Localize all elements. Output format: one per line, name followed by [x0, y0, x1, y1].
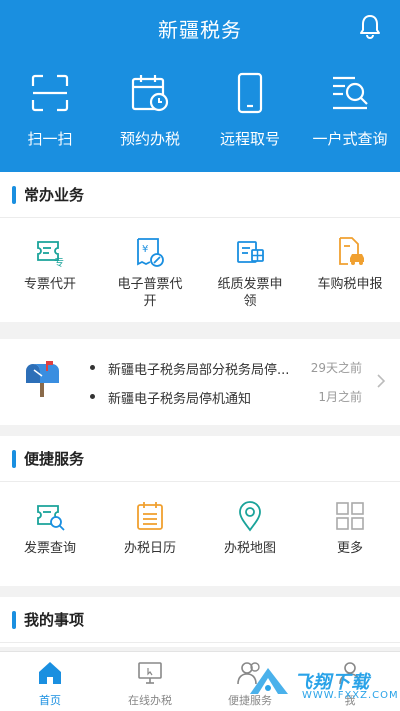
- page-title: 新疆税务: [158, 18, 242, 42]
- tax-calendar-icon: [137, 502, 163, 530]
- notice-time: 29天之前: [310, 361, 362, 375]
- invoice-search-label: 发票查询: [23, 541, 76, 556]
- more-grid-icon: [336, 502, 364, 530]
- more-label: 更多: [336, 541, 363, 556]
- bullet-dot: [90, 365, 95, 370]
- chevron-right-icon[interactable]: [376, 373, 386, 389]
- appointment-button[interactable]: 预约办税: [100, 72, 200, 162]
- common-business-header: 常办业务: [0, 172, 400, 218]
- invoice-search-button[interactable]: 发票查询: [0, 482, 100, 557]
- tab-online-tax[interactable]: 在线办税: [100, 652, 200, 711]
- convenient-services-header: 便捷服务: [0, 436, 400, 482]
- convenient-services-title: 便捷服务: [24, 450, 85, 468]
- e-invoice-icon: ¥: [137, 238, 164, 267]
- search-list-icon: [333, 76, 368, 110]
- bullet-dot: [90, 394, 95, 399]
- home-icon: [39, 662, 61, 684]
- watermark-logo-icon: [250, 668, 288, 694]
- notice-list[interactable]: 新疆电子税务局部分税务局停... 29天之前 新疆电子税务局停机通知 1月之前: [0, 339, 400, 425]
- tab-home[interactable]: 首页: [0, 652, 100, 711]
- bell-icon[interactable]: [358, 14, 382, 40]
- section-bar: [12, 185, 16, 204]
- remote-ticket-button[interactable]: 远程取号: [200, 72, 300, 162]
- notice-text: 新疆电子税务局部分税务局停...: [108, 363, 290, 378]
- more-button[interactable]: 更多: [300, 482, 400, 557]
- household-query-label: 一户式查询: [312, 130, 388, 148]
- vehicle-tax-label: 车购税申报: [317, 277, 383, 292]
- calendar-clock-icon: [131, 75, 169, 112]
- notice-text: 新疆电子税务局停机通知: [108, 392, 252, 407]
- mailbox-icon: [26, 361, 59, 397]
- tax-calendar-label: 办税日历: [123, 541, 176, 556]
- common-business-title: 常办业务: [24, 186, 85, 204]
- invoice-search-icon: [37, 505, 65, 531]
- common-business-section: 常办业务 专 专票代开 ¥ 电子普票代开 纸质发票申领 车购税申报: [0, 172, 400, 322]
- monitor-icon: [138, 662, 162, 684]
- special-invoice-label: 专票代开: [23, 277, 76, 292]
- my-items-header: 我的事项: [0, 597, 400, 643]
- paper-invoice-label: 纸质发票申领: [217, 277, 283, 309]
- special-invoice-icon: 专: [37, 241, 64, 268]
- e-invoice-label: 电子普票代开: [117, 277, 183, 309]
- section-bar: [12, 610, 16, 629]
- appointment-label: 预约办税: [119, 130, 180, 148]
- scan-label: 扫一扫: [27, 130, 73, 148]
- paper-invoice-button[interactable]: 纸质发票申领: [200, 218, 300, 310]
- household-query-button[interactable]: 一户式查询: [300, 72, 400, 162]
- section-bar: [12, 449, 16, 468]
- my-items-section: 我的事项: [0, 597, 400, 647]
- svg-text:专: 专: [54, 256, 64, 268]
- header: 新疆税务 扫一扫 预约办税 远程取号 一户式查询: [0, 0, 400, 172]
- paper-invoice-icon: [237, 241, 264, 263]
- scan-button[interactable]: 扫一扫: [0, 72, 100, 162]
- tax-map-button[interactable]: 办税地图: [200, 482, 300, 557]
- scan-icon: [31, 74, 69, 112]
- tax-calendar-button[interactable]: 办税日历: [100, 482, 200, 557]
- my-items-title: 我的事项: [24, 611, 85, 629]
- vehicle-tax-icon: [339, 237, 364, 265]
- tab-online-tax-label: 在线办税: [128, 694, 172, 707]
- watermark-url: WWW.FXXZ.COM: [302, 690, 399, 701]
- notice-time: 1月之前: [318, 390, 362, 404]
- e-invoice-button[interactable]: ¥ 电子普票代开: [100, 218, 200, 310]
- remote-ticket-label: 远程取号: [219, 130, 280, 148]
- svg-text:¥: ¥: [142, 244, 148, 255]
- tab-home-label: 首页: [39, 694, 61, 707]
- phone-icon: [237, 72, 263, 114]
- convenient-services-section: 便捷服务 发票查询 办税日历 办税地图 更多: [0, 436, 400, 586]
- vehicle-tax-button[interactable]: 车购税申报: [300, 218, 400, 310]
- watermark: 飞翔下载 WWW.FXXZ.COM: [238, 664, 399, 704]
- special-invoice-button[interactable]: 专 专票代开: [0, 218, 100, 310]
- tax-map-label: 办税地图: [223, 541, 276, 556]
- map-pin-icon: [239, 501, 261, 532]
